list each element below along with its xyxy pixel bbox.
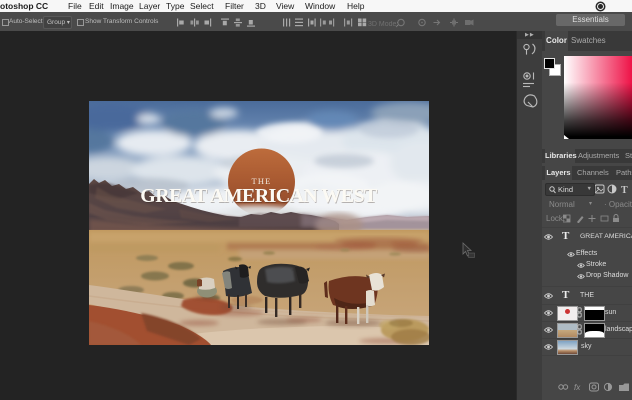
svg-text:3D Mode:: 3D Mode: [368, 21, 398, 28]
svg-text:T: T [621, 185, 628, 194]
svg-text:GREAT AMERICAN WEST: GREAT AMERICAN WEST [140, 185, 378, 207]
svg-text:fx: fx [574, 383, 581, 392]
